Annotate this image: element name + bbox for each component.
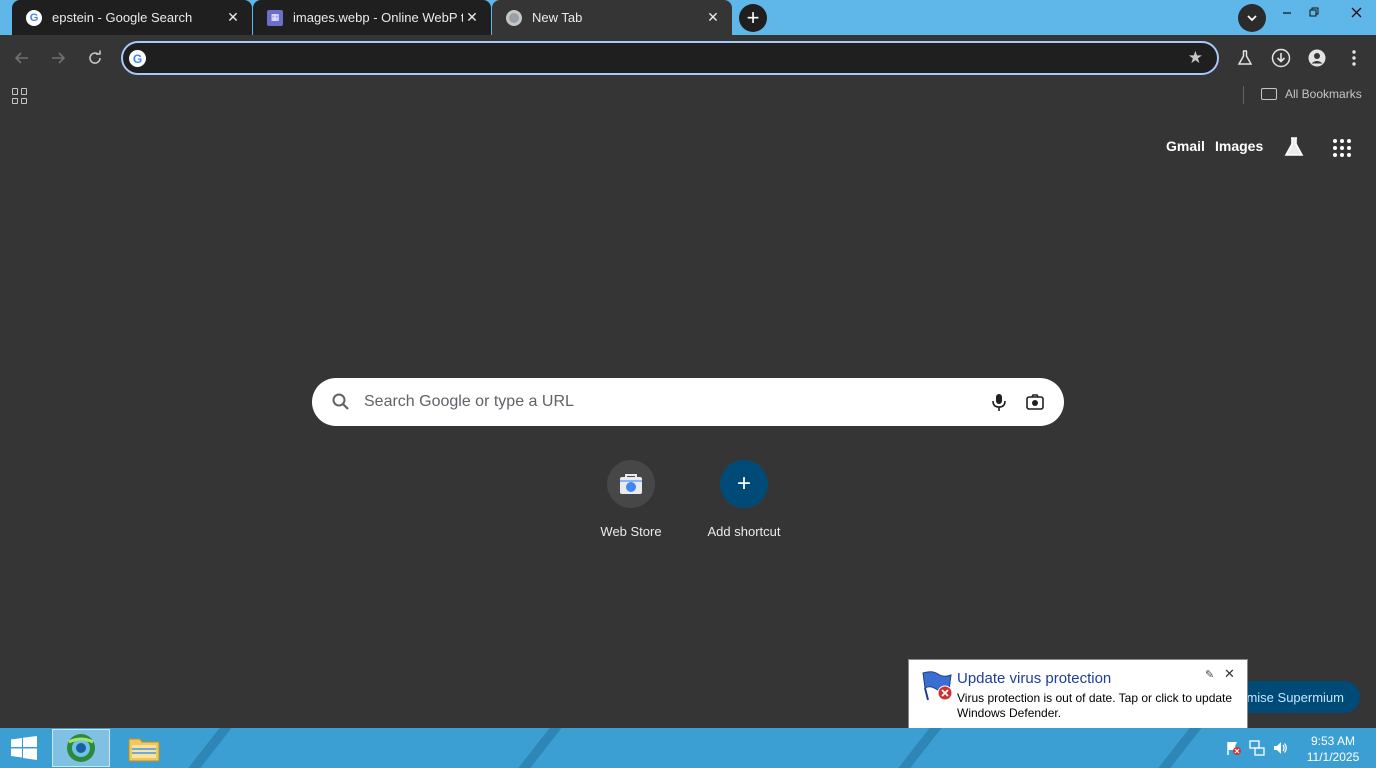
ntp-search-box[interactable] xyxy=(312,378,1064,426)
defender-notification[interactable]: Update virus protection Virus protection… xyxy=(908,659,1248,729)
labs-button[interactable] xyxy=(1232,45,1258,71)
forward-arrow-icon xyxy=(52,52,66,64)
restore-button[interactable] xyxy=(1299,0,1329,24)
clock-date: 11/1/2025 xyxy=(1306,750,1360,764)
shortcut-tile xyxy=(607,460,655,508)
back-button[interactable] xyxy=(9,45,35,71)
all-bookmarks-button[interactable]: All Bookmarks xyxy=(1261,87,1362,101)
ntp-search-input[interactable] xyxy=(364,388,964,416)
images-link[interactable]: Images xyxy=(1215,138,1263,154)
taskbar-file-explorer[interactable] xyxy=(115,729,173,767)
reload-icon xyxy=(89,50,101,64)
notification-title: Update virus protection xyxy=(957,670,1112,687)
minimize-button[interactable] xyxy=(1272,0,1302,24)
tab-epstein-search[interactable]: G epstein - Google Search ✕ xyxy=(12,0,252,35)
back-arrow-icon xyxy=(14,52,28,64)
chrome-icon xyxy=(506,9,522,26)
download-icon xyxy=(1271,48,1291,68)
close-icon[interactable]: ✕ xyxy=(463,9,481,27)
taskbar-decoration xyxy=(172,728,240,768)
notification-body: Virus protection is out of date. Tap or … xyxy=(957,691,1233,720)
google-g-icon: G xyxy=(129,50,146,67)
google-apps-icon[interactable] xyxy=(1333,139,1351,157)
shortcut-label: Add shortcut xyxy=(707,524,781,539)
bookmarks-separator xyxy=(1243,86,1244,104)
profile-icon xyxy=(1308,49,1326,67)
web-store-icon xyxy=(620,474,642,494)
tab-title: New Tab xyxy=(532,10,583,25)
shortcut-web-store[interactable]: Web Store xyxy=(575,460,687,539)
close-icon[interactable]: ✕ xyxy=(1224,666,1235,682)
apps-grid-icon[interactable] xyxy=(12,88,28,104)
defender-warning-icon xyxy=(922,671,953,701)
folder-icon xyxy=(128,738,160,762)
downloads-button[interactable] xyxy=(1268,45,1294,71)
taskbar-decoration xyxy=(882,728,950,768)
tab-title: images.webp - Online WebP to xyxy=(293,10,463,25)
forward-button[interactable] xyxy=(45,45,71,71)
plus-icon: + xyxy=(720,460,768,508)
tab-title: epstein - Google Search xyxy=(52,10,193,25)
restore-icon xyxy=(1309,7,1319,17)
windows-start-icon[interactable] xyxy=(10,736,38,760)
address-bar[interactable]: G ★ xyxy=(121,41,1219,75)
clock-time: 9:53 AM xyxy=(1310,734,1356,748)
taskbar-decoration xyxy=(502,728,570,768)
close-icon xyxy=(1351,7,1361,17)
folder-icon xyxy=(1261,88,1277,100)
taskbar: 9:53 AM 11/1/2025 xyxy=(0,728,1376,768)
bookmark-star-icon[interactable]: ★ xyxy=(1188,48,1203,68)
tab-webp-converter[interactable]: ▦ images.webp - Online WebP to ✕ xyxy=(253,0,491,35)
chevron-down-icon xyxy=(1247,15,1257,22)
reload-button[interactable] xyxy=(82,45,108,71)
webp-converter-icon: ▦ xyxy=(267,9,283,26)
system-clock[interactable]: 9:53 AM 11/1/2025 xyxy=(1300,733,1366,765)
flask-icon xyxy=(1237,50,1253,65)
network-icon[interactable] xyxy=(1249,740,1265,756)
shortcut-label: Web Store xyxy=(600,524,662,539)
tab-strip: G epstein - Google Search ✕ ▦ images.web… xyxy=(0,0,1376,35)
search-labs-button[interactable] xyxy=(1283,136,1305,158)
google-g-icon: G xyxy=(26,9,42,26)
tab-search-button[interactable] xyxy=(1238,4,1266,32)
minimize-icon xyxy=(1283,12,1291,14)
volume-icon[interactable] xyxy=(1272,740,1288,756)
bookmarks-bar: All Bookmarks xyxy=(0,80,1376,110)
flask-icon xyxy=(1284,137,1304,156)
all-bookmarks-label: All Bookmarks xyxy=(1285,87,1362,101)
close-icon[interactable]: ✕ xyxy=(704,9,722,27)
new-tab-button[interactable]: + xyxy=(739,4,767,32)
search-icon xyxy=(332,393,349,410)
menu-button[interactable] xyxy=(1341,45,1367,71)
close-icon[interactable]: ✕ xyxy=(224,9,242,27)
taskbar-supermium[interactable] xyxy=(52,729,110,767)
defender-flag-icon[interactable] xyxy=(1226,740,1242,756)
tab-new-tab[interactable]: New Tab ✕ xyxy=(492,0,732,35)
profile-button[interactable] xyxy=(1304,45,1330,71)
taskbar-decoration xyxy=(1142,728,1210,768)
gmail-link[interactable]: Gmail xyxy=(1166,138,1205,154)
browser-globe-icon xyxy=(67,734,95,762)
camera-lens-icon[interactable] xyxy=(1024,391,1046,413)
microphone-icon[interactable] xyxy=(988,391,1010,413)
close-window-button[interactable] xyxy=(1336,0,1376,24)
pin-icon[interactable]: ✎ xyxy=(1205,668,1214,681)
browser-toolbar: G ★ xyxy=(0,35,1376,80)
more-vert-icon xyxy=(1352,50,1356,66)
shortcut-add[interactable]: + Add shortcut xyxy=(688,460,800,539)
